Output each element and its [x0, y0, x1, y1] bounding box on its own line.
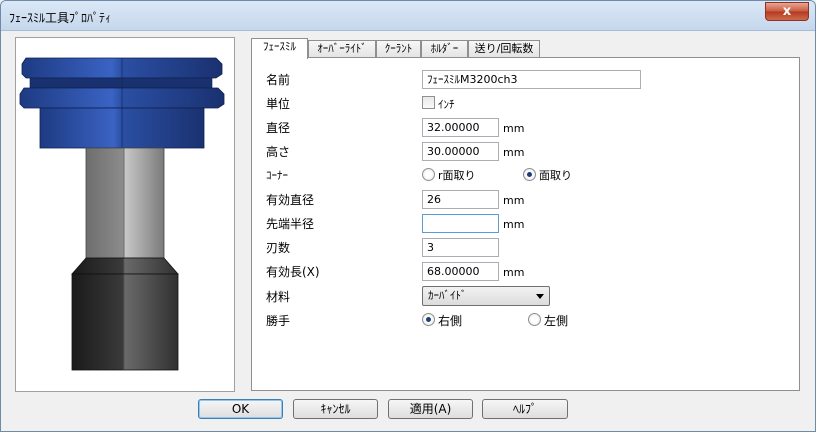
tip-radius-unit: mm — [503, 218, 525, 231]
radio-selected-dot — [527, 172, 532, 177]
diameter-unit: mm — [503, 122, 525, 135]
tab-coolant[interactable]: ｸｰﾗﾝﾄ — [376, 40, 421, 58]
eff-diameter-label: 有効直径 — [266, 193, 315, 207]
flutes-label: 刃数 — [266, 241, 291, 255]
diameter-label: 直径 — [266, 121, 291, 135]
material-select[interactable]: ｶｰﾊﾞｲﾄﾞ — [422, 286, 550, 306]
name-label: 名前 — [266, 73, 291, 87]
tool-preview — [15, 37, 235, 392]
tab-override[interactable]: ｵｰﾊﾞｰﾗｲﾄﾞ — [308, 40, 376, 58]
eff-length-unit: mm — [503, 266, 525, 279]
corner-chamfer-radio[interactable] — [523, 168, 536, 181]
tool-properties-dialog: ﾌｪｰｽﾐﾙ工具ﾌﾟﾛﾊﾟﾃｨ x ﾌｪｰｽﾐﾙ ｵｰﾊﾞｰﾗｲﾄﾞ ｸｰﾗﾝﾄ… — [0, 0, 816, 432]
diameter-input[interactable]: 32.00000 — [422, 118, 499, 137]
eff-diameter-unit: mm — [503, 194, 525, 207]
hand-left-radio[interactable] — [528, 313, 541, 326]
hand-left-label: 左側 — [544, 314, 569, 328]
apply-button[interactable]: 適用(A) — [388, 399, 473, 419]
inch-label: ｲﾝﾁ — [438, 98, 455, 111]
tab-panel — [251, 57, 800, 391]
tool-base — [71, 273, 179, 371]
tip-radius-label: 先端半径 — [266, 217, 315, 231]
tab-facemill[interactable]: ﾌｪｰｽﾐﾙ — [251, 38, 308, 59]
close-icon: x — [782, 4, 792, 19]
chevron-down-icon — [536, 294, 544, 299]
tool-taper — [71, 257, 179, 275]
corner-r-label: r面取り — [438, 169, 476, 182]
eff-length-label: 有効長(X) — [266, 265, 320, 279]
corner-label: ｺｰﾅｰ — [266, 169, 288, 182]
inch-checkbox[interactable] — [422, 96, 435, 109]
help-button[interactable]: ﾍﾙﾌﾟ — [482, 399, 568, 419]
material-label: 材料 — [266, 290, 291, 304]
title-bar: ﾌｪｰｽﾐﾙ工具ﾌﾟﾛﾊﾟﾃｨ x — [1, 1, 815, 31]
tip-radius-input[interactable] — [422, 214, 499, 233]
height-label: 高さ — [266, 145, 291, 159]
radio-selected-dot — [426, 317, 431, 322]
height-unit: mm — [503, 146, 525, 159]
flutes-input[interactable]: 3 — [422, 238, 499, 257]
ok-button[interactable]: OK — [198, 399, 283, 419]
close-button[interactable]: x — [765, 2, 809, 21]
corner-chamfer-label: 面取り — [539, 169, 572, 182]
window-title: ﾌｪｰｽﾐﾙ工具ﾌﾟﾛﾊﾟﾃｨ — [9, 11, 112, 25]
height-input[interactable]: 30.00000 — [422, 142, 499, 161]
cancel-button[interactable]: ｷｬﾝｾﾙ — [293, 399, 378, 419]
tool-shank — [85, 147, 165, 259]
holder-groove — [29, 77, 213, 89]
hand-right-label: 右側 — [438, 314, 463, 328]
name-input[interactable]: ﾌｪｰｽﾐﾙM3200ch3 — [422, 70, 641, 89]
unit-label: 単位 — [266, 97, 291, 111]
tab-feed-speed[interactable]: 送り/回転数 — [468, 40, 540, 58]
face-mill-illustration — [19, 57, 225, 371]
eff-diameter-input[interactable]: 26 — [422, 190, 499, 209]
hand-label: 勝手 — [266, 314, 291, 328]
corner-r-radio[interactable] — [422, 168, 435, 181]
material-selected-value: ｶｰﾊﾞｲﾄﾞ — [428, 289, 467, 302]
tab-holder[interactable]: ﾎﾙﾀﾞｰ — [421, 40, 468, 58]
hand-right-radio[interactable] — [422, 313, 435, 326]
eff-length-input[interactable]: 68.00000 — [422, 262, 499, 281]
